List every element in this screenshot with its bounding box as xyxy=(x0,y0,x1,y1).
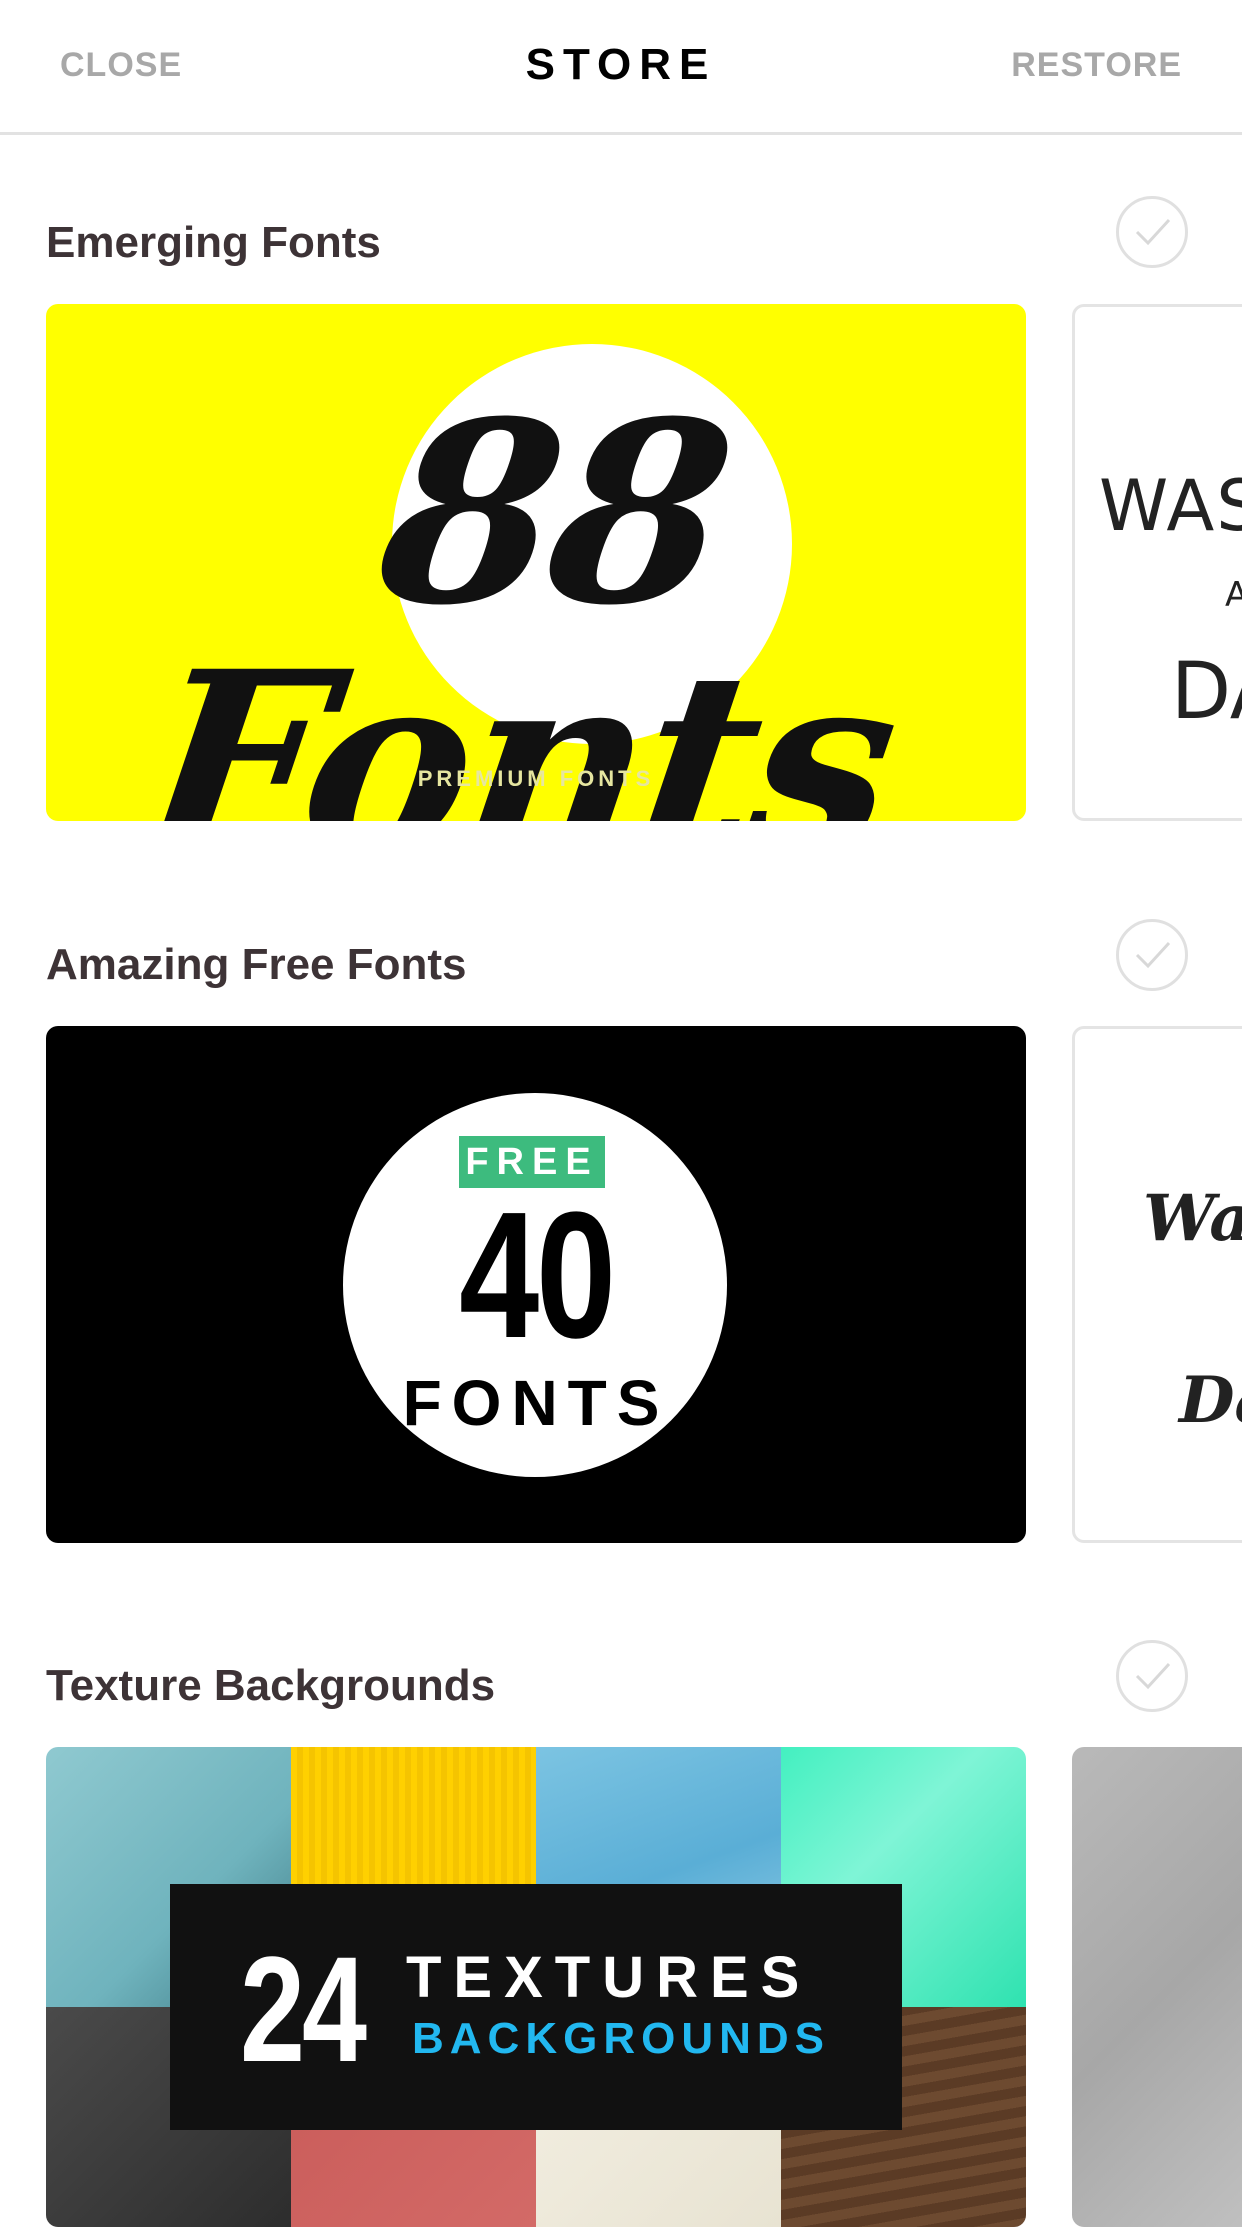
section-title-emerging-fonts: Emerging Fonts xyxy=(46,218,381,267)
checkmark-icon[interactable] xyxy=(1116,919,1188,991)
card-word: FONTS xyxy=(402,1367,670,1439)
texture-count: 24 xyxy=(240,1925,367,2093)
emerging-fonts-card[interactable]: 88 Fonts PREMIUM FONTS xyxy=(46,304,1026,821)
peek-line: Was xyxy=(1143,1181,1242,1256)
restore-button[interactable]: RESTORE xyxy=(1011,46,1182,85)
card-number: 40 xyxy=(459,1175,616,1376)
peek-line: DA xyxy=(1171,647,1242,737)
peek-line: A xyxy=(1225,575,1242,615)
free-fonts-next-card[interactable]: Was a Da xyxy=(1072,1026,1242,1543)
peek-line: WAS xyxy=(1099,465,1242,547)
checkmark-icon[interactable] xyxy=(1116,1640,1188,1712)
nav-bar: CLOSE STORE RESTORE xyxy=(0,0,1242,135)
emerging-fonts-next-card[interactable]: WAS A DA xyxy=(1072,304,1242,821)
texture-backgrounds-card[interactable]: 24 TEXTURES BACKGROUNDS xyxy=(46,1747,1026,2227)
checkmark-icon[interactable] xyxy=(1116,196,1188,268)
card-headline: 88 Fonts xyxy=(128,366,909,821)
texture-next-card[interactable] xyxy=(1072,1747,1242,2227)
free-fonts-card[interactable]: FREE 40 FONTS xyxy=(46,1026,1026,1543)
peek-line: Da xyxy=(1179,1363,1242,1438)
section-title-amazing-free-fonts: Amazing Free Fonts xyxy=(46,940,467,989)
texture-banner: 24 TEXTURES BACKGROUNDS xyxy=(170,1884,902,2130)
texture-word: TEXTURES xyxy=(406,1945,812,2010)
texture-subtitle: BACKGROUNDS xyxy=(412,2014,830,2063)
section-title-texture-backgrounds: Texture Backgrounds xyxy=(46,1661,496,1710)
card-subtext: PREMIUM FONTS xyxy=(417,766,655,791)
